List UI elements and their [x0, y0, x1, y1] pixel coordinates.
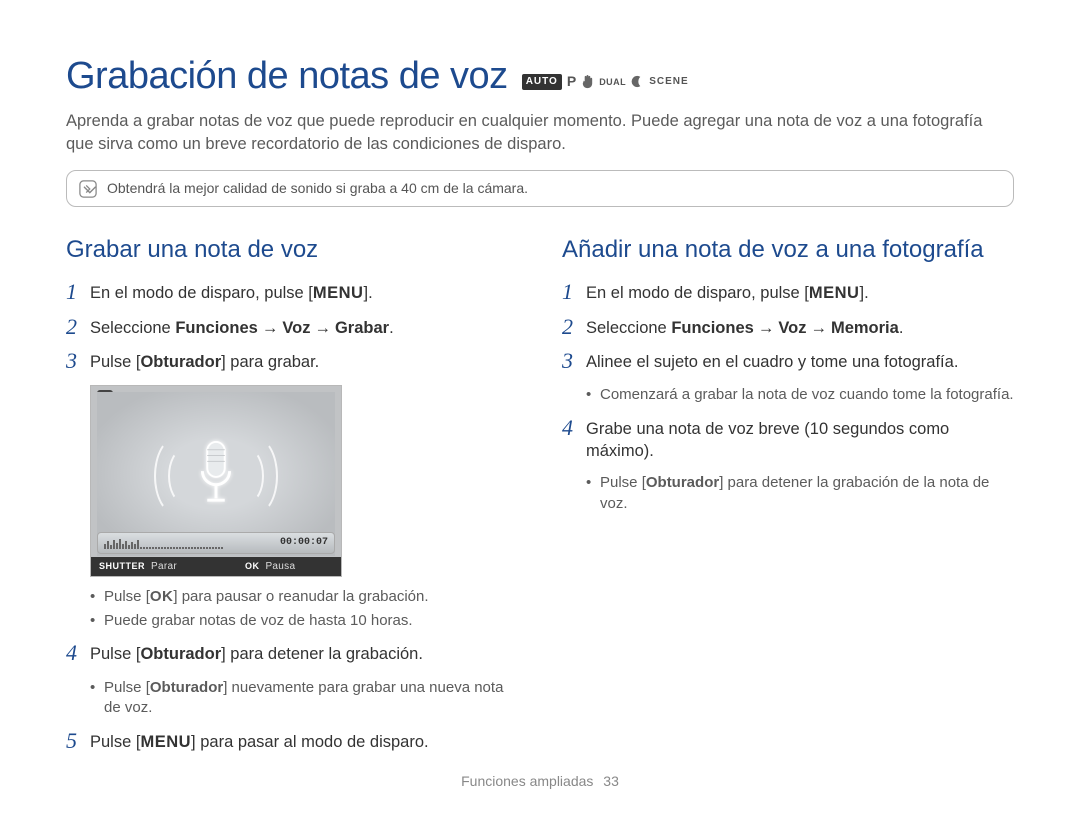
mode-scene-label: SCENE	[649, 75, 688, 89]
step-number: 4	[66, 641, 90, 665]
ok-action: Pausa	[265, 560, 295, 574]
bullet-list: Pulse [Obturador] para detener la grabac…	[586, 473, 1014, 514]
note-text: Obtendrá la mejor calidad de sonido si g…	[107, 179, 528, 198]
section-heading-left: Grabar una nota de voz	[66, 233, 518, 266]
lcd-softkey-bar: SHUTTER Parar OK Pausa	[91, 557, 341, 576]
level-bars	[104, 537, 272, 549]
step-text: Alinee el sujeto en el cuadro y tome una…	[586, 351, 1014, 374]
intro-text: Aprenda a grabar notas de voz que puede …	[66, 110, 1014, 156]
lcd-screen: 00:00:07 SHUTTER Parar OK Pausa	[90, 385, 342, 577]
step-number: 2	[66, 315, 90, 339]
step-number: 1	[562, 280, 586, 304]
step-text: Seleccione Funciones→Voz→Grabar.	[90, 317, 518, 340]
mode-auto-badge: AUTO	[522, 74, 562, 90]
step-1-left: 1 En el modo de disparo, pulse [MENU].	[66, 282, 518, 306]
step-3-left: 3 Pulse [Obturador] para grabar.	[66, 351, 518, 375]
step-text: Seleccione Funciones→Voz→Memoria.	[586, 317, 1014, 340]
shutter-key-label: SHUTTER	[99, 560, 145, 572]
page-number: 33	[603, 773, 619, 789]
mode-p-label: P	[567, 72, 576, 91]
time-counter: 00:00:07	[280, 536, 328, 550]
page-title: Grabación de notas de voz	[66, 50, 508, 102]
footer-section: Funciones ampliadas	[461, 773, 593, 789]
step-text: En el modo de disparo, pulse [MENU].	[90, 282, 518, 305]
step-2-right: 2 Seleccione Funciones→Voz→Memoria.	[562, 317, 1014, 341]
microphone-graphic	[136, 419, 296, 529]
right-column: Añadir una nota de voz a una fotografía …	[562, 233, 1014, 765]
mode-dual-label: DUAL	[599, 76, 626, 88]
progress-strip: 00:00:07	[97, 532, 335, 554]
mode-indicators: AUTO P DUAL SCENE	[522, 72, 689, 91]
note-icon	[79, 180, 97, 198]
step-1-right: 1 En el modo de disparo, pulse [MENU].	[562, 282, 1014, 306]
step-text: En el modo de disparo, pulse [MENU].	[586, 282, 1014, 305]
left-column: Grabar una nota de voz 1 En el modo de d…	[66, 233, 518, 765]
step-text: Grabe una nota de voz breve (10 segundos…	[586, 418, 1014, 464]
hand-icon	[581, 74, 594, 89]
bullet-item: Pulse [OK] para pausar o reanudar la gra…	[90, 587, 518, 608]
step-text: Pulse [Obturador] para grabar.	[90, 351, 518, 374]
ok-key-label: OK	[245, 560, 260, 572]
step-4-left: 4 Pulse [Obturador] para detener la grab…	[66, 643, 518, 667]
step-4-right: 4 Grabe una nota de voz breve (10 segund…	[562, 418, 1014, 464]
moon-icon	[631, 74, 644, 89]
bullet-item: Pulse [Obturador] para detener la grabac…	[586, 473, 1014, 514]
note-box: Obtendrá la mejor calidad de sonido si g…	[66, 170, 1014, 207]
bullet-list: Pulse [OK] para pausar o reanudar la gra…	[90, 587, 518, 631]
step-3-right: 3 Alinee el sujeto en el cuadro y tome u…	[562, 351, 1014, 375]
columns: Grabar una nota de voz 1 En el modo de d…	[66, 233, 1014, 765]
bullet-item: Comenzará a grabar la nota de voz cuando…	[586, 385, 1014, 406]
step-number: 4	[562, 416, 586, 440]
step-text: Pulse [Obturador] para detener la grabac…	[90, 643, 518, 666]
step-number: 3	[562, 349, 586, 373]
step-number: 5	[66, 729, 90, 753]
menu-key: MENU	[809, 284, 860, 302]
step-5-left: 5 Pulse [MENU] para pasar al modo de dis…	[66, 731, 518, 755]
bullet-list: Pulse [Obturador] nuevamente para grabar…	[90, 678, 518, 719]
step-2-left: 2 Seleccione Funciones→Voz→Grabar.	[66, 317, 518, 341]
step-number: 1	[66, 280, 90, 304]
section-heading-right: Añadir una nota de voz a una fotografía	[562, 233, 1014, 266]
menu-key: MENU	[313, 284, 364, 302]
shutter-action: Parar	[151, 560, 177, 574]
lcd-illustration-wrap: 00:00:07 SHUTTER Parar OK Pausa	[90, 385, 518, 577]
step-number: 2	[562, 315, 586, 339]
page-footer: Funciones ampliadas 33	[0, 772, 1080, 791]
bullet-list: Comenzará a grabar la nota de voz cuando…	[586, 385, 1014, 406]
step-number: 3	[66, 349, 90, 373]
step-text: Pulse [MENU] para pasar al modo de dispa…	[90, 731, 518, 754]
title-row: Grabación de notas de voz AUTO P DUAL SC…	[66, 50, 1014, 102]
microphone-icon	[196, 440, 236, 508]
manual-page: Grabación de notas de voz AUTO P DUAL SC…	[0, 0, 1080, 815]
bullet-item: Pulse [Obturador] nuevamente para grabar…	[90, 678, 518, 719]
bullet-item: Puede grabar notas de voz de hasta 10 ho…	[90, 611, 518, 632]
